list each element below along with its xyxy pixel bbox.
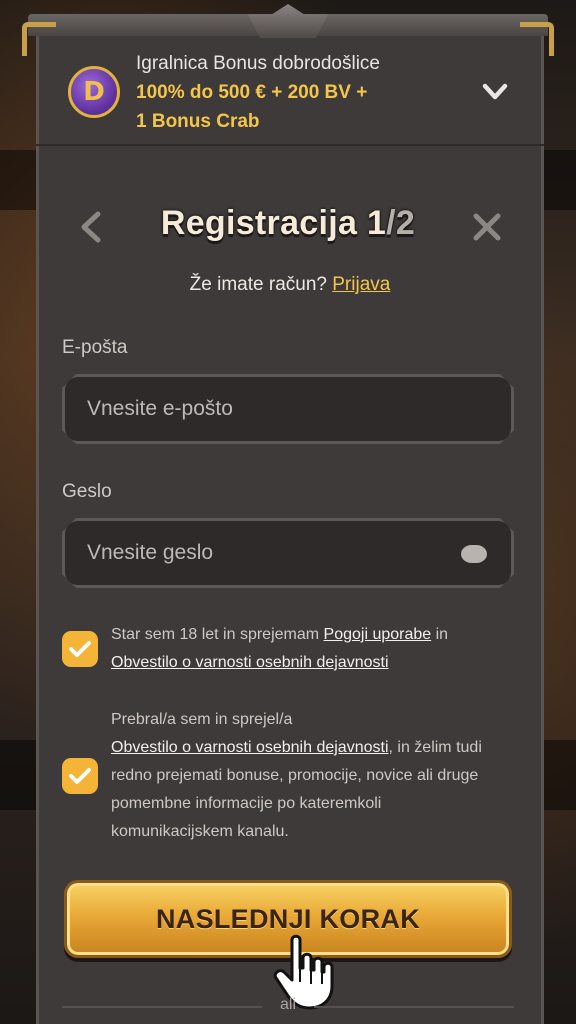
bonus-logo: D xyxy=(68,66,120,118)
eye-icon[interactable] xyxy=(461,545,487,563)
checkmark-icon xyxy=(69,768,91,784)
bonus-text: Igralnica Bonus dobrodošlice 100% do 500… xyxy=(136,50,456,136)
privacy-notice-link[interactable]: Obvestilo o varnosti osebnih dejavnosti xyxy=(111,654,389,671)
checkmark-icon xyxy=(69,641,91,657)
email-field-frame xyxy=(62,374,514,444)
step-total: /2 xyxy=(386,204,416,242)
terms-consent-text: Star sem 18 let in sprejemam Pogoji upor… xyxy=(111,621,506,677)
divider-line xyxy=(62,1006,262,1008)
email-label: E-pošta xyxy=(62,337,128,358)
chevron-left-icon[interactable] xyxy=(78,210,104,244)
consent-text: Prebral/a sem in sprejel/a xyxy=(111,711,293,728)
consent-text: in xyxy=(431,626,449,643)
privacy-notice-link[interactable]: Obvestilo o varnosti osebnih dejavnosti xyxy=(111,739,389,756)
password-label: Geslo xyxy=(62,481,112,502)
or-separator: ali xyxy=(279,996,296,1013)
page-title: Registracija 1/2 xyxy=(120,204,456,243)
login-prompt-text: Že imate račun? xyxy=(189,274,327,295)
marketing-checkbox[interactable] xyxy=(62,758,98,794)
page-title-text: Registracija 1 xyxy=(160,204,387,242)
close-icon[interactable] xyxy=(472,212,502,242)
password-field[interactable] xyxy=(65,521,511,585)
bonus-offer-line: 100% do 500 € + 200 BV + xyxy=(136,82,368,103)
divider-line xyxy=(314,1006,514,1008)
login-prompt: Že imate račun? Prijava xyxy=(36,274,544,296)
terms-checkbox[interactable] xyxy=(62,631,98,667)
password-field-frame xyxy=(62,518,514,588)
consent-text: Star sem 18 let in sprejemam xyxy=(111,626,324,643)
bonus-banner[interactable]: D Igralnica Bonus dobrodošlice 100% do 5… xyxy=(36,40,544,146)
email-field[interactable] xyxy=(65,377,511,441)
chevron-down-icon[interactable] xyxy=(482,82,508,102)
bonus-logo-letter: D xyxy=(83,77,105,107)
terms-of-use-link[interactable]: Pogoji uporabe xyxy=(324,626,432,643)
marketing-consent-text: Prebral/a sem in sprejel/a Obvestilo o va… xyxy=(111,706,506,846)
bonus-offer-line: 1 Bonus Crab xyxy=(136,111,260,132)
bonus-title: Igralnica Bonus dobrodošlice xyxy=(136,53,380,74)
login-link[interactable]: Prijava xyxy=(332,274,390,295)
